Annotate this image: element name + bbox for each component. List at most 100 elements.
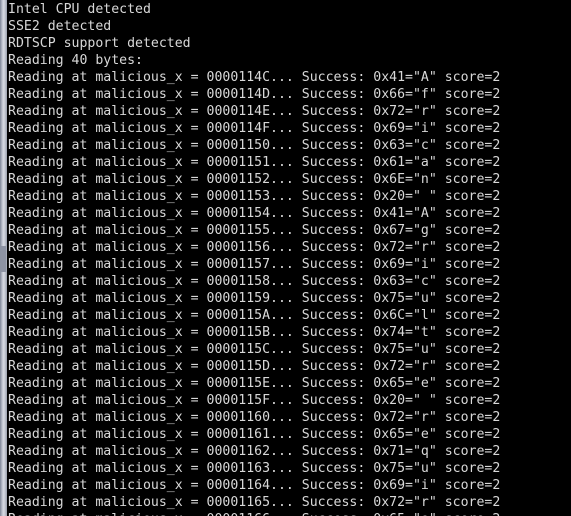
label-segment: ... Success: <box>270 189 374 204</box>
hex-segment: 0x65 <box>373 376 406 391</box>
score-segment: 2 <box>492 410 501 425</box>
label-segment: =" <box>405 291 421 306</box>
label-segment: " score= <box>428 87 493 102</box>
hex-segment: 0x72 <box>373 495 406 510</box>
label-segment: " score= <box>428 291 493 306</box>
label-segment: ... Success: <box>270 478 374 493</box>
label-segment: ... Success: <box>270 342 374 357</box>
memory-read-line: Reading at malicious_x = 00001160... Suc… <box>8 409 571 426</box>
char-segment: g <box>420 223 429 238</box>
hex-segment: 0x74 <box>373 325 406 340</box>
char-segment: c <box>420 274 429 289</box>
hex-segment: 0x69 <box>373 478 406 493</box>
label-segment: ... Success: <box>270 461 374 476</box>
header-line: SSE2 detected <box>8 19 112 34</box>
label-segment: ... Success: <box>270 172 374 187</box>
label-segment: =" <box>405 308 421 323</box>
label-segment: =" <box>405 359 421 374</box>
label-segment: " score= <box>428 189 493 204</box>
addr-segment: 0000115F <box>206 393 271 408</box>
hex-segment: 0x20 <box>373 393 406 408</box>
memory-read-line: Reading at malicious_x = 0000115F... Suc… <box>8 392 571 409</box>
memory-read-line: Reading at malicious_x = 00001165... Suc… <box>8 494 571 511</box>
score-segment: 2 <box>492 427 501 442</box>
memory-read-line: Reading at malicious_x = 0000114E... Suc… <box>8 103 571 120</box>
header-line: RDTSCP support detected <box>8 36 191 51</box>
memory-read-line: Reading at malicious_x = 00001150... Suc… <box>8 137 571 154</box>
label-segment: =" <box>405 342 421 357</box>
score-segment: 2 <box>492 342 501 357</box>
label-segment: " score= <box>428 478 493 493</box>
addr-segment: 00001153 <box>206 189 271 204</box>
score-segment: 2 <box>492 393 501 408</box>
char-segment: e <box>420 376 429 391</box>
label-segment: Reading at malicious_x = <box>8 410 207 425</box>
memory-read-line: Reading at malicious_x = 0000115E... Suc… <box>8 375 571 392</box>
addr-segment: 0000114D <box>206 87 271 102</box>
hex-segment: 0x69 <box>373 257 406 272</box>
memory-read-line: Reading at malicious_x = 00001154... Suc… <box>8 205 571 222</box>
memory-read-line: Reading at malicious_x = 00001164... Suc… <box>8 477 571 494</box>
hex-segment: 0x72 <box>373 410 406 425</box>
label-segment: " score= <box>428 308 493 323</box>
addr-segment: 00001162 <box>206 444 271 459</box>
addr-segment: 00001151 <box>206 155 271 170</box>
score-segment: 2 <box>492 325 501 340</box>
label-segment: =" <box>405 240 421 255</box>
scrollbar-thumb[interactable] <box>1 246 6 272</box>
memory-read-line: Reading at malicious_x = 00001163... Suc… <box>8 460 571 477</box>
hex-segment: 0x65 <box>373 512 405 516</box>
label-segment: =" <box>405 189 421 204</box>
char-segment: i <box>420 257 429 272</box>
addr-segment: 00001164 <box>206 478 271 493</box>
label-segment: ... Success: <box>270 206 374 221</box>
score-segment: 2 <box>492 291 501 306</box>
label-segment: " score= <box>428 461 493 476</box>
label-segment: Reading at malicious_x = <box>8 172 207 187</box>
label-segment: =" <box>405 512 421 516</box>
char-segment: u <box>420 342 429 357</box>
char-segment: i <box>420 478 429 493</box>
label-segment: =" <box>405 376 421 391</box>
label-segment: Reading at malicious_x = <box>8 495 207 510</box>
addr-segment: 00001154 <box>206 206 271 221</box>
score-segment: 2 <box>492 308 501 323</box>
vertical-scrollbar[interactable] <box>0 0 7 516</box>
label-segment: ... Success: <box>270 223 374 238</box>
hex-segment: 0x75 <box>373 291 406 306</box>
score-segment: 2 <box>492 104 501 119</box>
label-segment: ... Success: <box>270 427 374 442</box>
memory-read-line: Reading at malicious_x = 00001157... Suc… <box>8 256 571 273</box>
score-segment: 2 <box>492 87 501 102</box>
label-segment: Reading at malicious_x = <box>8 155 207 170</box>
addr-segment: 00001159 <box>206 291 271 306</box>
score-segment: 2 <box>492 478 501 493</box>
memory-read-line: Reading at malicious_x = 0000115D... Suc… <box>8 358 571 375</box>
label-segment: Reading at malicious_x = <box>8 461 207 476</box>
char-segment: n <box>420 172 429 187</box>
hex-segment: 0x63 <box>373 274 406 289</box>
label-segment: Reading at malicious_x = <box>8 325 207 340</box>
label-segment: Reading at malicious_x = <box>8 427 207 442</box>
char-segment: r <box>420 240 429 255</box>
score-segment: 2 <box>492 359 501 374</box>
label-segment: Reading at malicious_x = <box>8 478 207 493</box>
label-segment: Reading at malicious_x = <box>8 257 207 272</box>
char-segment: u <box>420 291 429 306</box>
label-segment: ... Success: <box>270 512 373 516</box>
char-segment: r <box>420 359 429 374</box>
score-segment: 2 <box>492 155 501 170</box>
hex-segment: 0x61 <box>373 155 406 170</box>
label-segment: Reading at malicious_x = <box>8 308 207 323</box>
addr-segment: 00001160 <box>206 410 271 425</box>
addr-segment: 00001152 <box>206 172 271 187</box>
label-segment: =" <box>405 257 421 272</box>
score-segment: 2 <box>492 274 501 289</box>
hex-segment: 0x75 <box>373 461 406 476</box>
addr-segment: 0000115E <box>206 376 271 391</box>
score-segment: 2 <box>492 495 501 510</box>
memory-read-line: Reading at malicious_x = 00001153... Suc… <box>8 188 571 205</box>
label-segment: Reading at malicious_x = <box>8 376 207 391</box>
memory-read-line: Reading at malicious_x = 0000114C... Suc… <box>8 69 571 86</box>
label-segment: " score= <box>428 223 493 238</box>
